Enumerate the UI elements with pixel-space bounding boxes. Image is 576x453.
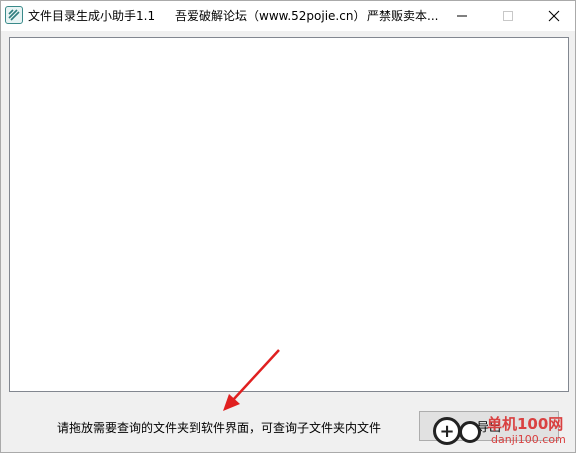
minimize-button[interactable] <box>439 1 485 31</box>
window-title-app: 文件目录生成小助手1.1 <box>28 9 156 23</box>
watermark-ring-icon <box>459 421 481 443</box>
drop-hint-text: 请拖放需要查询的文件夹到软件界面，可查询子文件夹内文件 <box>57 421 382 435</box>
watermark-brand: 单机100网 <box>487 415 564 433</box>
watermark-logo: + 单机100网 danji100.com <box>431 411 575 452</box>
maximize-icon <box>503 11 513 21</box>
close-icon <box>548 10 560 22</box>
app-icon <box>5 6 23 24</box>
app-window: 文件目录生成小助手1.1 吾爱破解论坛（www.52pojie.cn） 严禁贩卖… <box>0 0 576 453</box>
watermark-url: danji100.com <box>491 433 566 446</box>
watermark-plus-icon: + <box>433 417 461 445</box>
maximize-button[interactable] <box>485 1 531 31</box>
file-drop-area[interactable] <box>9 37 569 392</box>
title-bar[interactable]: 文件目录生成小助手1.1 吾爱破解论坛（www.52pojie.cn） 严禁贩卖… <box>1 1 575 31</box>
window-title-forum: 吾爱破解论坛（www.52pojie.cn） <box>175 9 366 23</box>
close-button[interactable] <box>531 1 575 31</box>
minimize-icon <box>457 15 467 17</box>
window-title-notice: 严禁贩卖本... <box>367 9 439 23</box>
